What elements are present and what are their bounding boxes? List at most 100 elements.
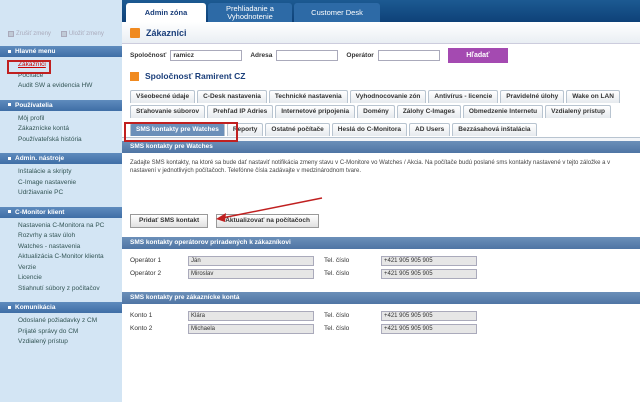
sidebar-item-nastavenia-c-monitora-na-pc[interactable]: Nastavenia C-Monitora na PC: [18, 221, 122, 232]
phone-field[interactable]: +421 905 905 905: [381, 268, 477, 279]
tab-admin-zona[interactable]: Admin zóna: [126, 3, 206, 22]
contact-name-field[interactable]: Miroslav: [188, 268, 314, 279]
operator-input[interactable]: [377, 49, 440, 61]
search-button[interactable]: Hľadať: [447, 47, 508, 63]
phone-label: Tel. číslo: [324, 312, 350, 319]
phone-field[interactable]: +421 905 905 905: [381, 255, 477, 266]
tab-ad-users[interactable]: AD Users: [409, 123, 451, 136]
sidebar-toolbar: Zrušiť zmeny Uložiť zmeny: [0, 0, 122, 40]
company-header: Spoločnosť Ramirent CZ: [122, 66, 640, 86]
contact-label: Operátor 2: [130, 270, 162, 277]
tab-pravidelne-ulohy[interactable]: Pravidelné úlohy: [500, 90, 565, 103]
company-name: Spoločnosť Ramirent CZ: [145, 71, 246, 81]
sidebar-item-odoslane-poziadavky-z-cm[interactable]: Odoslané požiadavky z CM: [18, 316, 122, 327]
tab-technicke-nastavenia[interactable]: Technické nastavenia: [268, 90, 348, 103]
tabs-row-1: Všeobecné údaje C-Desk nastavenia Technick…: [122, 90, 640, 104]
tab-vzdialeny-pristup[interactable]: Vzdialený prístup: [545, 105, 611, 118]
phone-label: Tel. číslo: [324, 270, 350, 277]
contact-name-field[interactable]: Ján: [188, 255, 314, 266]
sidebar-item-vzdialeny-pristup[interactable]: Vzdialený prístup: [18, 337, 122, 348]
highlight-box: [7, 60, 51, 74]
tab-stahovanie-suborov[interactable]: Sťahovanie súborov: [130, 105, 206, 118]
page-title: Zákazníci: [146, 27, 187, 38]
address-input[interactable]: [276, 49, 339, 61]
highlight-box: [124, 122, 238, 142]
sidebar-item-stiahnuti-subory-z-pocitacov[interactable]: Stiahnutí súbory z počítačov: [18, 284, 122, 295]
tab-vseobecne-udaje[interactable]: Všeobecné údaje: [130, 90, 196, 103]
phone-field[interactable]: +421 905 905 905: [381, 323, 477, 334]
operators-list: Operátor 1 Ján Tel. číslo +421 905 905 905 O…: [122, 249, 640, 280]
save-button[interactable]: Uložiť zmeny: [60, 28, 104, 40]
phone-label: Tel. číslo: [324, 325, 350, 332]
save-label: Uložiť zmeny: [68, 31, 104, 37]
sidebar-section-c-monitor-klient: C-Monitor klient: [0, 206, 122, 218]
update-on-computers-button[interactable]: Aktualizovať na počítačoch: [216, 214, 319, 228]
tab-c-desk-nastavenia[interactable]: C-Desk nastavenia: [197, 90, 267, 103]
sidebar: Zrušiť zmeny Uložiť zmeny Hlavné menu Zák…: [0, 0, 122, 402]
operators-section-title: SMS kontakty operátorov priradených k zá…: [122, 237, 640, 249]
sidebar-item-pouzivatelska-historia[interactable]: Používateľská história: [18, 135, 122, 146]
company-label: Spoločnosť: [130, 51, 167, 59]
tabs-row-2: Sťahovanie súborov Prehľad IP Adries Inter…: [122, 105, 640, 119]
tab-prehlad-ip-adries[interactable]: Prehľad IP Adries: [207, 105, 274, 118]
sidebar-menu: Hlavné menu Zákazníci Počítače Audit SW a e…: [0, 46, 122, 350]
add-sms-contact-button[interactable]: Pridať SMS kontakt: [130, 214, 209, 228]
sidebar-item-udrziavanie-pc[interactable]: Udržiavanie PC: [18, 188, 122, 199]
tab-wake-on-lan[interactable]: Wake on LAN: [566, 90, 620, 103]
accounts-list: Konto 1 Klára Tel. číslo +421 905 905 905 Ko…: [122, 304, 640, 335]
tab-ostatne-pocitace[interactable]: Ostatné počítače: [265, 123, 330, 136]
sidebar-item-zakaznicke-konta[interactable]: Zákaznícke kontá: [18, 124, 122, 135]
sidebar-item-watches-nastavenia[interactable]: Watches - nastavenia: [18, 242, 122, 253]
sidebar-item-licencie[interactable]: Licencie: [18, 273, 122, 284]
tab-bezzasahova-instalacia[interactable]: Bezzásahová inštalácia: [452, 123, 537, 136]
sidebar-item-verzie[interactable]: Verzie: [18, 263, 122, 274]
sidebar-item-instalacie-a-skripty[interactable]: Inštalácie a skripty: [18, 167, 122, 178]
undo-icon: [8, 31, 14, 37]
customers-icon: [130, 27, 140, 38]
sms-section-title: SMS kontakty pre Watches: [122, 141, 640, 153]
phone-label: Tel. číslo: [324, 257, 350, 264]
tab-customer-desk[interactable]: Customer Desk: [294, 3, 380, 22]
undo-label: Zrušiť zmeny: [16, 31, 51, 37]
contact-name-field[interactable]: Michaela: [188, 323, 314, 334]
sms-actions: Pridať SMS kontakt Aktualizovať na počít…: [122, 211, 640, 231]
contact-row: Konto 2 Michaela Tel. číslo +421 905 905 90…: [122, 322, 640, 335]
filter-bar: Spoločnosť ramicz Adresa Operátor Hľadať: [122, 44, 640, 66]
tab-obmedzenie-internetu[interactable]: Obmedzenie Internetu: [462, 105, 544, 118]
sidebar-item-prijate-spravy-do-cm[interactable]: Prijaté správy do CM: [18, 327, 122, 338]
sidebar-item-moj-profil[interactable]: Môj profil: [18, 114, 122, 125]
sidebar-section-hlavne-menu: Hlavné menu: [0, 46, 122, 57]
sidebar-section-admin-nastroje: Admin. nástroje: [0, 153, 122, 164]
sidebar-section-pouzivatelia: Používatelia: [0, 99, 122, 111]
save-icon: [60, 31, 67, 37]
operator-label: Operátor: [346, 51, 374, 59]
sidebar-item-c-image-nastavenie[interactable]: C-Image nastavenie: [18, 178, 122, 189]
page-header: Zákazníci: [122, 22, 640, 44]
contact-label: Konto 2: [130, 325, 153, 332]
sidebar-item-audit-sw-a-evidencia-hw[interactable]: Audit SW a evidencia HW: [18, 81, 122, 92]
sidebar-section-items: Môj profil Zákaznícke kontá Používateľská …: [0, 111, 122, 148]
undo-button[interactable]: Zrušiť zmeny: [8, 28, 51, 40]
contact-row: Konto 1 Klára Tel. číslo +421 905 905 905: [122, 309, 640, 322]
sidebar-section-komunikacia: Komunikácia: [0, 302, 122, 313]
tab-vyhodnocovanie-zon[interactable]: Vyhodnocovanie zón: [349, 90, 427, 103]
tab-zalohy-c-images[interactable]: Zálohy C-Images: [396, 105, 461, 118]
phone-field[interactable]: +421 905 905 905: [381, 310, 477, 321]
contact-name-field[interactable]: Klára: [188, 310, 314, 321]
top-navigation: Admin zóna Prehliadanie a Vyhodnotenie C…: [122, 0, 640, 22]
tab-prehliadanie[interactable]: Prehliadanie a Vyhodnotenie: [208, 3, 292, 22]
tab-internetove-pripojenia[interactable]: Internetové pripojenia: [275, 105, 356, 118]
tab-antivirus-licencie[interactable]: Antivírus - licencie: [428, 90, 499, 103]
sidebar-item-aktualizacia-c-monitor-klienta[interactable]: Aktualizácia C-Monitor klienta: [18, 252, 122, 263]
main-content: Zákazníci Spoločnosť ramicz Adresa Operá…: [122, 22, 640, 402]
contact-row: Operátor 2 Miroslav Tel. číslo +421 905 905…: [122, 267, 640, 280]
company-input[interactable]: ramicz: [170, 49, 243, 61]
sidebar-item-rozvrhy-a-stav-uloh[interactable]: Rozvrhy a stav úloh: [18, 231, 122, 242]
sidebar-section-items: Nastavenia C-Monitora na PC Rozvrhy a sta…: [0, 218, 122, 297]
company-icon: [130, 71, 139, 81]
tab-hesla-do-c-monitora[interactable]: Heslá do C-Monitora: [331, 123, 407, 136]
contact-label: Operátor 1: [130, 257, 162, 264]
sms-description: Zadajte SMS kontakty, na ktoré sa bude d…: [130, 160, 611, 174]
contact-label: Konto 1: [130, 312, 153, 319]
tab-domeny[interactable]: Domény: [357, 105, 395, 118]
